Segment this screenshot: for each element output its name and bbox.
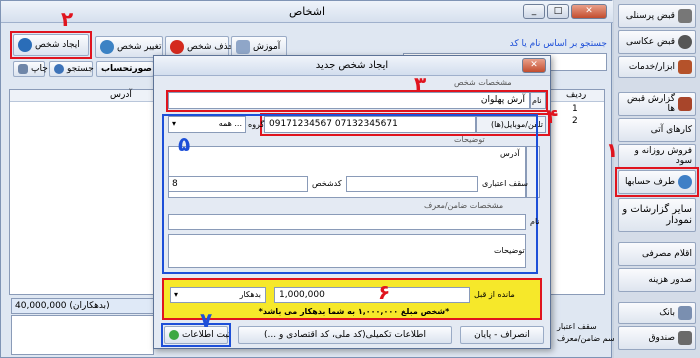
person-section-label: مشخصات شخص <box>454 78 512 87</box>
row-index-cell: 2 <box>572 116 578 126</box>
address-column-header: آدرس <box>110 90 132 100</box>
camera-icon <box>678 35 692 49</box>
guarantor-name-label: اسم ضامن/معرف <box>557 334 617 343</box>
cancel-label: انصراف - پایان <box>474 330 530 340</box>
annotation-number-4: ۴ <box>546 104 559 128</box>
edit-user-icon <box>100 40 114 54</box>
search-label: جستجو <box>67 64 94 74</box>
sidebar-item-label: اقلام مصرفی <box>641 249 692 259</box>
sidebar-item-label: قبض پرسنلی <box>625 11 675 21</box>
annotation-number-6: ۶ <box>378 280 391 304</box>
search-button[interactable]: جستجو <box>49 61 94 77</box>
annotation-number-3: ۳ <box>414 72 427 96</box>
sidebar-item-label: قبض عکاسی <box>625 37 675 47</box>
bank-icon <box>678 306 692 320</box>
annotation-box-3 <box>166 90 548 112</box>
delete-person-label: حذف شخص <box>187 42 234 52</box>
row-column-header: ردیف <box>566 90 587 100</box>
search-icon <box>54 64 64 74</box>
change-person-label: تغییر شخص <box>117 42 162 52</box>
summary-panel <box>11 315 154 355</box>
annotation-box-1 <box>615 167 699 197</box>
guarantor-section-label: مشخصات ضامن/معرف <box>424 201 504 210</box>
cashbox-icon <box>678 331 692 345</box>
balance-summary: 40,000,000 (بدهکاران) <box>11 298 154 314</box>
sidebar-item-label: کارهای آتی <box>650 125 692 135</box>
annotation-box-2 <box>10 31 92 59</box>
cancel-button[interactable]: انصراف - پایان <box>460 326 544 344</box>
sidebar-item-label: صندوق <box>648 333 675 343</box>
sidebar-item-label: سایر گزارشات و نمودار <box>622 204 692 226</box>
minimize-button[interactable]: _ <box>523 4 545 19</box>
row-index-cell: 1 <box>572 104 578 114</box>
sidebar-item-daily-sales[interactable]: فروش روزانه و سود <box>618 144 696 168</box>
credit-limit-label: سقف اعتبار <box>557 322 597 331</box>
maximize-button[interactable]: □ <box>547 4 569 19</box>
delete-icon <box>170 40 184 54</box>
extra-info-label: اطلاعات تکمیلی(کد ملی، کد اقتصادی و ...) <box>264 330 426 340</box>
extra-info-button[interactable]: اطلاعات تکمیلی(کد ملی، کد اقتصادی و ...) <box>238 326 452 344</box>
training-label: آموزش <box>253 42 281 52</box>
statement-button[interactable]: صورتحساب <box>96 61 154 77</box>
guarantor-notes-field[interactable] <box>168 234 526 268</box>
sidebar: قبض پرسنلی قبض عکاسی ابزار/خدمات گزارش ق… <box>606 0 700 358</box>
annotation-number-1: ۱ <box>606 138 619 162</box>
sidebar-item-personnel-receipt[interactable]: قبض پرسنلی <box>618 4 696 28</box>
annotation-box-7 <box>161 323 231 347</box>
window-controls: _ □ ✕ <box>523 4 607 19</box>
receipt-icon <box>678 9 692 23</box>
sidebar-item-consumables[interactable]: اقلام مصرفی <box>618 242 696 266</box>
report-icon <box>678 97 692 111</box>
annotation-number-7: ۷ <box>200 308 213 332</box>
sidebar-item-receipt-reports[interactable]: گزارش قبض ها <box>618 92 696 116</box>
guarantor-notes-label: توضیحات <box>494 246 525 255</box>
guarantor-name-field[interactable] <box>168 214 526 230</box>
sidebar-item-photo-receipt[interactable]: قبض عکاسی <box>618 30 696 54</box>
sidebar-item-label: گزارش قبض ها <box>627 94 675 114</box>
toolbox-icon <box>678 60 692 74</box>
dialog-title: ایجاد شخص جدید <box>315 60 389 71</box>
annotation-box-6 <box>162 278 542 320</box>
print-label: چاپ <box>31 64 48 74</box>
window-titlebar: اشخاص _ □ ✕ <box>1 1 613 23</box>
sidebar-item-bank[interactable]: بانک <box>618 302 696 324</box>
statement-label: صورتحساب <box>101 64 152 74</box>
sidebar-item-other-reports[interactable]: سایر گزارشات و نمودار <box>618 198 696 232</box>
annotation-number-2: ۲ <box>61 7 74 31</box>
window-title: اشخاص <box>288 5 326 18</box>
dialog-close-button[interactable]: ✕ <box>522 58 546 73</box>
guarantor-name-label: نام <box>530 217 540 226</box>
print-button[interactable]: چاپ <box>13 61 48 77</box>
sidebar-item-label: ابزار/خدمات <box>628 62 675 72</box>
sidebar-item-cashbox[interactable]: صندوق <box>618 326 696 350</box>
printer-icon <box>18 64 28 74</box>
new-person-dialog: ایجاد شخص جدید ✕ مشخصات شخص آرش پهلوان ن… <box>153 55 558 349</box>
sidebar-item-expense-issue[interactable]: صدور هزینه <box>618 268 696 292</box>
sidebar-item-label: بانک <box>659 308 675 318</box>
annotation-number-5: ۵ <box>178 132 191 156</box>
sidebar-item-tools-services[interactable]: ابزار/خدمات <box>618 56 696 78</box>
book-icon <box>236 40 250 54</box>
search-label-text: جستجو بر اساس نام یا کد <box>509 39 607 49</box>
sidebar-item-label: صدور هزینه <box>648 275 692 285</box>
sidebar-item-future-tasks[interactable]: کارهای آتی <box>618 118 696 142</box>
close-button[interactable]: ✕ <box>571 4 607 19</box>
sidebar-item-label: فروش روزانه و سود <box>634 146 692 166</box>
dialog-titlebar: ایجاد شخص جدید ✕ <box>154 56 550 76</box>
